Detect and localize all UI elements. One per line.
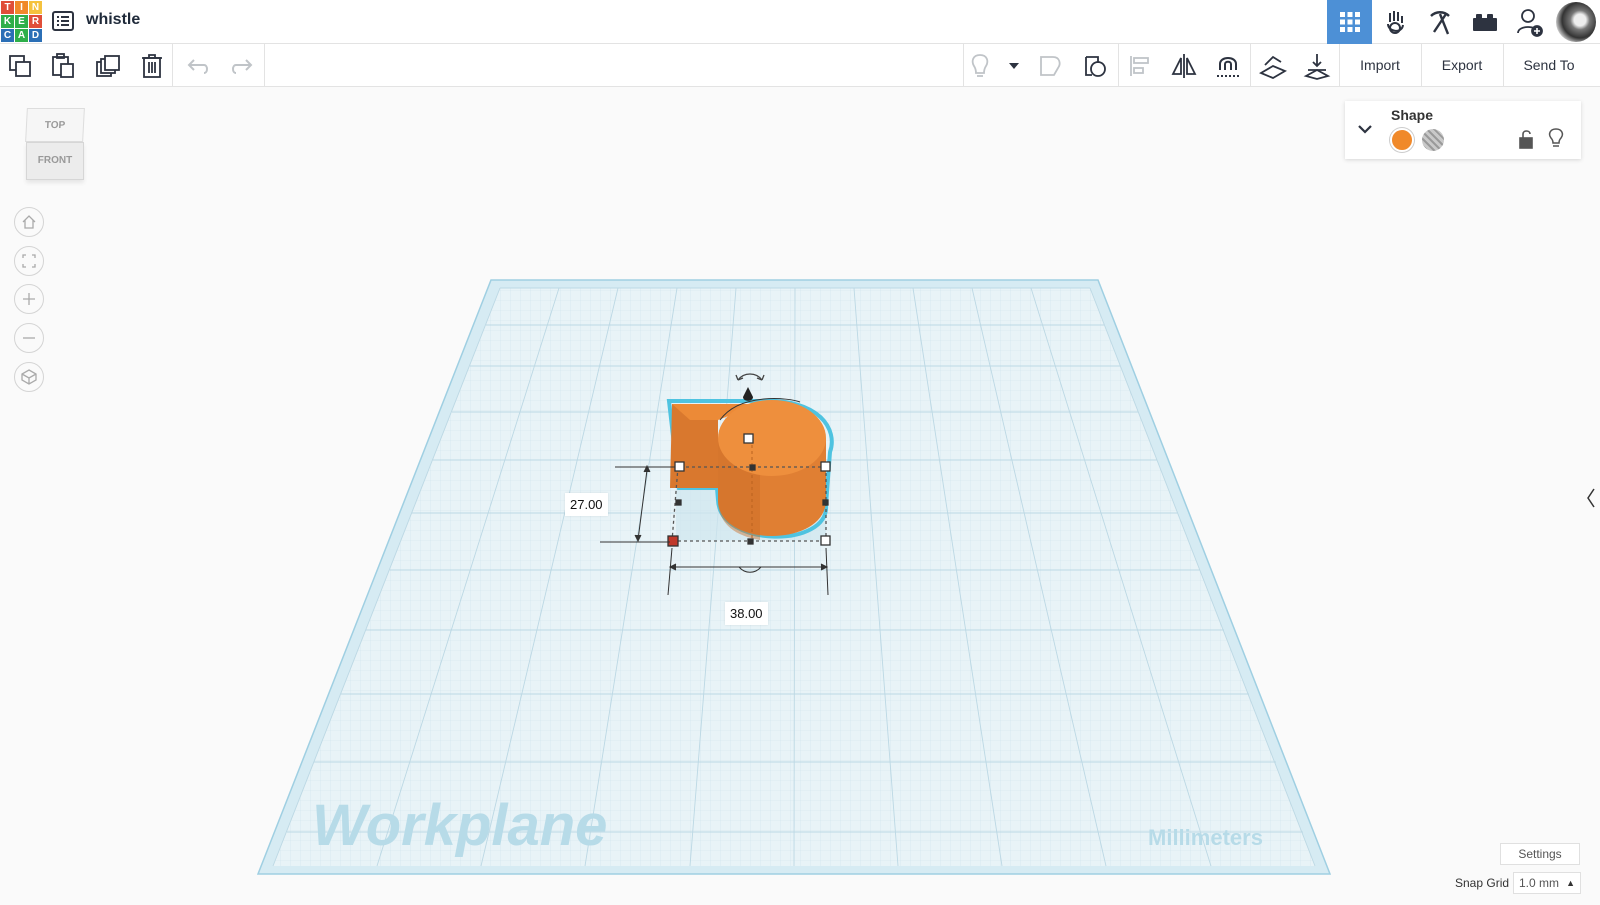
shape-panel-title: Shape: [1391, 107, 1434, 123]
chevron-down-icon[interactable]: [1355, 119, 1375, 139]
snap-grid-value: 1.0 mm: [1519, 876, 1560, 890]
workplane-units-label: Millimeters: [1148, 825, 1263, 850]
hole-swatch[interactable]: [1422, 129, 1444, 151]
shape-inspector-panel: Shape: [1345, 101, 1581, 159]
height-dimension-input[interactable]: 27.00: [565, 493, 608, 516]
lightbulb-visibility-icon[interactable]: [1547, 127, 1565, 149]
collapse-panel-handle[interactable]: [1582, 478, 1600, 518]
snap-grid-select[interactable]: 1.0 mm ▲: [1513, 872, 1581, 894]
width-dimension-input[interactable]: 38.00: [725, 602, 768, 625]
workplane-label: Workplane: [312, 793, 607, 858]
unlock-icon[interactable]: [1517, 128, 1535, 150]
settings-button[interactable]: Settings: [1500, 843, 1580, 865]
workplane-grid[interactable]: Workplane Millimeters: [256, 279, 1332, 875]
caret-up-icon: ▲: [1566, 878, 1575, 888]
snap-grid-label: Snap Grid: [1455, 876, 1510, 890]
chevron-left-icon: [1587, 488, 1595, 508]
solid-color-swatch[interactable]: [1390, 128, 1414, 152]
